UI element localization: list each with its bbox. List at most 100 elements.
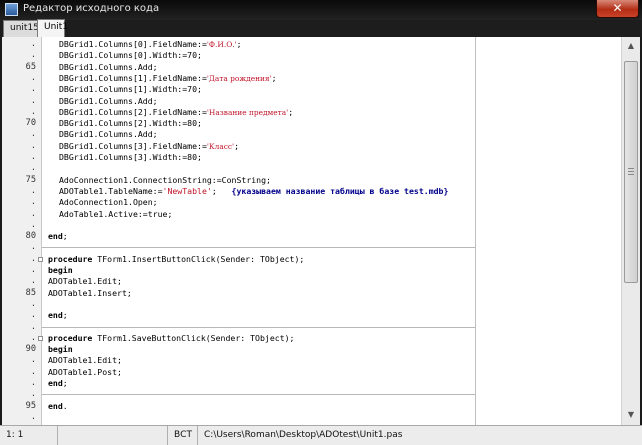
line-number: . xyxy=(30,163,36,174)
code-line[interactable]: . procedure TForm1.InsertButtonClick(Send… xyxy=(2,254,620,265)
code-line[interactable]: 70 DBGrid1.Columns[2].Width:=80; xyxy=(2,118,620,129)
code-token: begin xyxy=(48,344,73,355)
code-token: ; xyxy=(62,231,68,242)
code-line[interactable]: . AdoTable1.Active:=true; xyxy=(2,209,620,220)
code-text: AdoTable1.Active:=true; xyxy=(59,209,172,220)
vertical-scrollbar[interactable]: ▲ ▼ xyxy=(621,37,640,425)
line-number: . xyxy=(30,276,36,287)
tab-unit15[interactable]: unit15 xyxy=(3,20,39,37)
code-text: ADOTable1.Insert; xyxy=(48,288,132,299)
code-text: DBGrid1.Columns[2].FieldName:='Название … xyxy=(59,107,293,118)
thumb-grip-line xyxy=(628,171,634,172)
code-token: begin xyxy=(48,265,73,275)
code-line[interactable]: . DBGrid1.Columns.Add; xyxy=(2,129,620,140)
code-line[interactable]: . DBGrid1.Columns[0].FieldName:='Ф.И.О.'; xyxy=(2,39,620,50)
window-title: Редактор исходного кода xyxy=(23,3,160,14)
tab-unit1[interactable]: Unit1 xyxy=(37,19,68,37)
code-line[interactable]: . DBGrid1.Columns[0].Width:=70; xyxy=(2,50,620,61)
line-number: . xyxy=(30,411,36,422)
code-text: DBGrid1.Columns[0].Width:=70; xyxy=(59,50,202,61)
code-line[interactable]: . xyxy=(2,299,620,310)
line-number: . xyxy=(30,106,36,117)
code-line[interactable]: 65 DBGrid1.Columns.Add; xyxy=(2,62,620,73)
scroll-down-arrow-icon[interactable]: ▼ xyxy=(623,407,639,423)
code-token: DBGrid1.Columns[2].FieldName:= xyxy=(59,106,207,117)
code-token: DBGrid1.Columns[1].FieldName:= xyxy=(59,72,207,83)
thumb-grip-line xyxy=(628,168,634,169)
code-line[interactable]: . DBGrid1.Columns[1].FieldName:='Дата рож… xyxy=(2,73,620,84)
code-token: DBGrid1.Columns[0].FieldName:= xyxy=(59,39,207,49)
code-token: ADOTable1.Edit; xyxy=(48,355,122,366)
line-number: . xyxy=(30,84,36,95)
code-text: begin xyxy=(48,344,73,355)
code-token: end xyxy=(48,400,63,411)
code-line[interactable]: . procedure TForm1.SaveButtonClick(Sender… xyxy=(2,333,620,344)
code-text: begin xyxy=(48,265,73,276)
code-line[interactable]: 90 begin xyxy=(2,344,620,355)
code-line[interactable]: . xyxy=(2,220,620,231)
code-line[interactable]: . xyxy=(2,412,620,423)
line-number: . xyxy=(30,389,36,400)
code-text: DBGrid1.Columns.Add; xyxy=(59,62,158,73)
line-number: . xyxy=(30,72,36,83)
code-line[interactable]: . xyxy=(2,163,620,174)
code-token: TForm1.SaveButtonClick(Sender: TObject); xyxy=(92,332,295,343)
code-line[interactable]: . DBGrid1.Columns[1].Width:=70; xyxy=(2,84,620,95)
code-token: 'Дата рождения' xyxy=(206,73,272,83)
code-line[interactable]: . ADOTable1.Edit; xyxy=(2,276,620,287)
code-token: DBGrid1.Columns.Add; xyxy=(59,61,158,72)
code-line[interactable]: . end; xyxy=(2,378,620,389)
code-line[interactable]: . DBGrid1.Columns[3].FieldName:='Класс'; xyxy=(2,141,620,152)
close-button[interactable]: ✕ xyxy=(596,0,639,18)
code-line[interactable]: . end; xyxy=(2,310,620,321)
code-token: procedure xyxy=(48,253,93,264)
code-text: end; xyxy=(48,310,68,321)
line-number: 75 xyxy=(25,174,36,185)
code-line[interactable]: . AdoConnection1.Open; xyxy=(2,197,620,208)
title-bar[interactable]: Редактор исходного кода ✕ xyxy=(0,0,642,20)
scrollbar-thumb[interactable] xyxy=(624,61,638,283)
code-token: DBGrid1.Columns[3].Width:=80; xyxy=(59,152,202,162)
code-line[interactable]: . xyxy=(2,389,620,400)
line-number: 90 xyxy=(25,344,36,355)
code-line[interactable]: . ADOTable1.TableName:='NewTable'; {указы… xyxy=(2,186,620,197)
code-token: 'NewTable' xyxy=(162,185,212,196)
line-number: . xyxy=(30,253,36,264)
code-token: end xyxy=(48,310,63,321)
line-number: . xyxy=(30,366,36,377)
code-line[interactable]: 95 end. xyxy=(2,401,620,412)
code-editor[interactable]: . DBGrid1.Columns[0].FieldName:='Ф.И.О.';… xyxy=(2,37,640,425)
scroll-up-arrow-icon[interactable]: ▲ xyxy=(623,38,639,54)
code-token: . xyxy=(62,400,68,411)
code-text: end; xyxy=(48,231,68,242)
code-text: DBGrid1.Columns[3].FieldName:='Класс'; xyxy=(59,141,239,152)
line-number: 65 xyxy=(25,61,36,72)
fold-toggle-icon[interactable] xyxy=(38,256,43,262)
code-token: TForm1.InsertButtonClick(Sender: TObject… xyxy=(92,253,305,264)
fold-toggle-icon[interactable] xyxy=(38,335,43,341)
code-token: ; xyxy=(62,310,68,321)
source-editor-window: Редактор исходного кода ✕ unit15 Unit1 .… xyxy=(0,0,642,445)
code-line[interactable]: 85 ADOTable1.Insert; xyxy=(2,288,620,299)
app-icon xyxy=(5,3,18,16)
code-token: ; xyxy=(211,185,232,196)
code-text: end; xyxy=(48,378,68,389)
code-text: AdoConnection1.Open; xyxy=(59,197,158,208)
code-line[interactable]: . begin xyxy=(2,265,620,276)
code-line[interactable]: . ADOTable1.Post; xyxy=(2,367,620,378)
code-line[interactable]: . DBGrid1.Columns[3].Width:=80; xyxy=(2,152,620,163)
line-number: 70 xyxy=(25,118,36,129)
code-line[interactable]: . xyxy=(2,322,620,333)
code-token: DBGrid1.Columns.Add; xyxy=(59,95,158,106)
code-line[interactable]: . ADOTable1.Edit; xyxy=(2,355,620,366)
code-line[interactable]: 80 end; xyxy=(2,231,620,242)
code-text: DBGrid1.Columns[2].Width:=80; xyxy=(59,118,202,129)
code-line[interactable]: 75 AdoConnection1.ConnectionString:=ConSt… xyxy=(2,175,620,186)
line-number: . xyxy=(30,310,36,321)
line-number: . xyxy=(30,140,36,151)
code-line[interactable]: . xyxy=(2,242,620,253)
code-line[interactable]: . DBGrid1.Columns[2].FieldName:='Название… xyxy=(2,107,620,118)
line-number: . xyxy=(30,185,36,196)
code-line[interactable]: . DBGrid1.Columns.Add; xyxy=(2,96,620,107)
code-token: DBGrid1.Columns[2].Width:=80; xyxy=(59,118,202,129)
